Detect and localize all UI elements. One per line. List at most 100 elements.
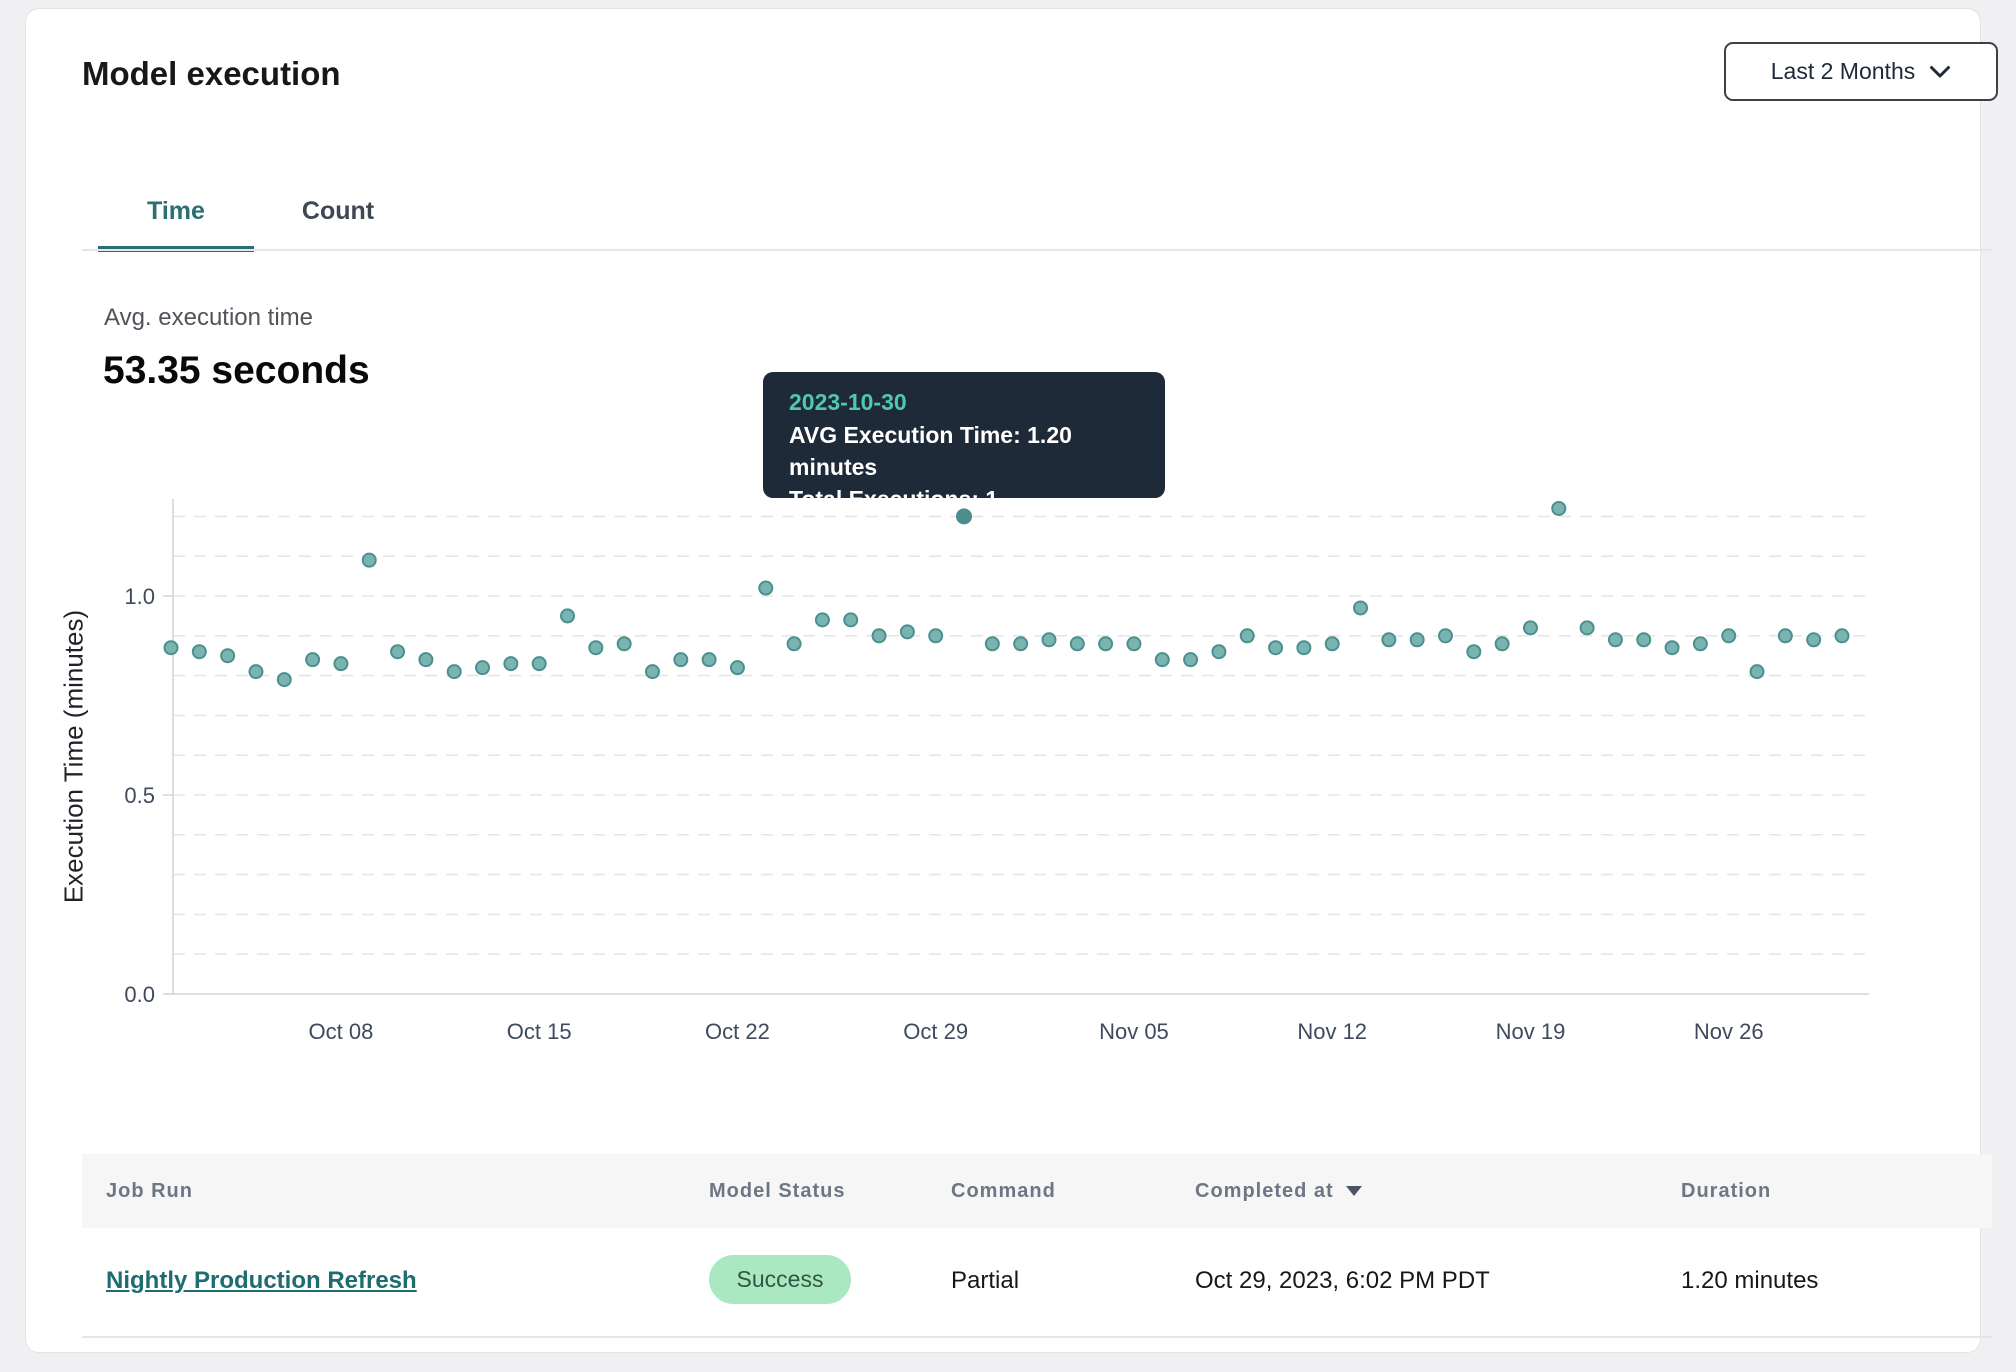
data-point[interactable] [193, 645, 206, 658]
x-tick-label: Oct 22 [705, 1019, 770, 1044]
data-point[interactable] [278, 673, 291, 686]
data-point[interactable] [1042, 633, 1055, 646]
data-point[interactable] [1156, 653, 1169, 666]
data-point[interactable] [589, 641, 602, 654]
data-point[interactable] [476, 661, 489, 674]
y-tick-label: 0.5 [124, 783, 155, 808]
tabs-divider [82, 249, 1992, 251]
data-point[interactable] [1439, 629, 1452, 642]
data-point[interactable] [1666, 641, 1679, 654]
tab-count[interactable]: Count [278, 197, 398, 226]
data-point[interactable] [1212, 645, 1225, 658]
data-point[interactable] [646, 665, 659, 678]
tooltip-date: 2023-10-30 [789, 389, 1139, 416]
data-point[interactable] [1552, 502, 1565, 515]
data-point[interactable] [1099, 637, 1112, 650]
y-tick-label: 0.0 [124, 982, 155, 1007]
data-point[interactable] [533, 657, 546, 670]
stat-value: 53.35 seconds [103, 349, 370, 393]
x-tick-label: Nov 12 [1297, 1019, 1367, 1044]
data-point[interactable] [1609, 633, 1622, 646]
data-point[interactable] [1241, 629, 1254, 642]
data-point[interactable] [334, 657, 347, 670]
data-point[interactable] [1269, 641, 1282, 654]
data-point[interactable] [1184, 653, 1197, 666]
data-point[interactable] [816, 613, 829, 626]
date-range-selector[interactable]: Last 2 Months [1724, 42, 1998, 101]
sort-desc-icon [1346, 1186, 1362, 1196]
data-point[interactable] [249, 665, 262, 678]
column-header-command[interactable]: Command [951, 1154, 1056, 1228]
data-point[interactable] [1694, 637, 1707, 650]
duration-cell: 1.20 minutes [1681, 1267, 1818, 1295]
tooltip-total-executions: Total Executions: 1 [789, 483, 1139, 515]
column-header-job-run[interactable]: Job Run [106, 1154, 193, 1228]
data-point[interactable] [1382, 633, 1395, 646]
model-execution-card: Model execution Last 2 Months Time Count… [25, 8, 1981, 1353]
completed-at-cell: Oct 29, 2023, 6:02 PM PDT [1195, 1267, 1490, 1295]
command-cell: Partial [951, 1267, 1019, 1295]
data-point[interactable] [1637, 633, 1650, 646]
data-point[interactable] [873, 629, 886, 642]
x-tick-label: Oct 08 [309, 1019, 374, 1044]
data-point[interactable] [1411, 633, 1424, 646]
data-point[interactable] [986, 637, 999, 650]
data-point[interactable] [1071, 637, 1084, 650]
job-run-link[interactable]: Nightly Production Refresh [106, 1267, 417, 1295]
data-point[interactable] [1297, 641, 1310, 654]
data-point[interactable] [1354, 601, 1367, 614]
data-point[interactable] [1835, 629, 1848, 642]
data-point[interactable] [759, 582, 772, 595]
data-point[interactable] [674, 653, 687, 666]
page-title: Model execution [82, 55, 341, 93]
execution-time-scatter-chart[interactable]: 0.0 0.5 1.0 Oct 08 Oct 15 Oct 22 Oct 29 Nov 05 N… [26, 449, 2016, 1069]
data-point[interactable] [901, 625, 914, 638]
data-point[interactable] [165, 641, 178, 654]
data-point[interactable] [1779, 629, 1792, 642]
data-point[interactable] [1751, 665, 1764, 678]
data-point[interactable] [391, 645, 404, 658]
data-point[interactable] [1807, 633, 1820, 646]
data-point[interactable] [561, 609, 574, 622]
data-point[interactable] [1722, 629, 1735, 642]
page-background: Model execution Last 2 Months Time Count… [0, 0, 2016, 1372]
column-header-completed-at-label: Completed at [1195, 1154, 1334, 1228]
data-point[interactable] [221, 649, 234, 662]
data-point[interactable] [703, 653, 716, 666]
chevron-down-icon [1929, 65, 1951, 79]
data-point[interactable] [844, 613, 857, 626]
tab-time[interactable]: Time [98, 197, 254, 226]
x-tick-label: Oct 15 [507, 1019, 572, 1044]
data-point[interactable] [306, 653, 319, 666]
x-tick-label: Nov 05 [1099, 1019, 1169, 1044]
data-point[interactable] [1127, 637, 1140, 650]
data-point[interactable] [504, 657, 517, 670]
column-header-duration[interactable]: Duration [1681, 1154, 1771, 1228]
data-point[interactable] [448, 665, 461, 678]
data-point[interactable] [1467, 645, 1480, 658]
table-row-divider [82, 1336, 1992, 1338]
data-point[interactable] [618, 637, 631, 650]
data-point[interactable] [363, 554, 376, 567]
y-tick-label: 1.0 [124, 584, 155, 609]
data-point[interactable] [1581, 621, 1594, 634]
table-header-row: Job Run Model Status Command Completed a… [82, 1154, 1992, 1228]
column-header-model-status[interactable]: Model Status [709, 1154, 845, 1228]
chart-tooltip: 2023-10-30 AVG Execution Time: 1.20 minu… [763, 372, 1165, 498]
data-point[interactable] [731, 661, 744, 674]
tooltip-avg-execution-time: AVG Execution Time: 1.20 minutes [789, 419, 1139, 483]
data-point[interactable] [1326, 637, 1339, 650]
data-point[interactable] [929, 629, 942, 642]
data-point[interactable] [1496, 637, 1509, 650]
x-tick-label: Nov 19 [1496, 1019, 1566, 1044]
data-point[interactable] [1014, 637, 1027, 650]
data-point[interactable] [788, 637, 801, 650]
x-tick-label: Nov 26 [1694, 1019, 1764, 1044]
model-status-badge: Success [709, 1255, 851, 1304]
date-range-label: Last 2 Months [1771, 58, 1915, 85]
column-header-completed-at[interactable]: Completed at [1195, 1154, 1362, 1228]
stat-label: Avg. execution time [104, 304, 313, 332]
data-point[interactable] [1524, 621, 1537, 634]
x-tick-label: Oct 29 [903, 1019, 968, 1044]
data-point[interactable] [419, 653, 432, 666]
